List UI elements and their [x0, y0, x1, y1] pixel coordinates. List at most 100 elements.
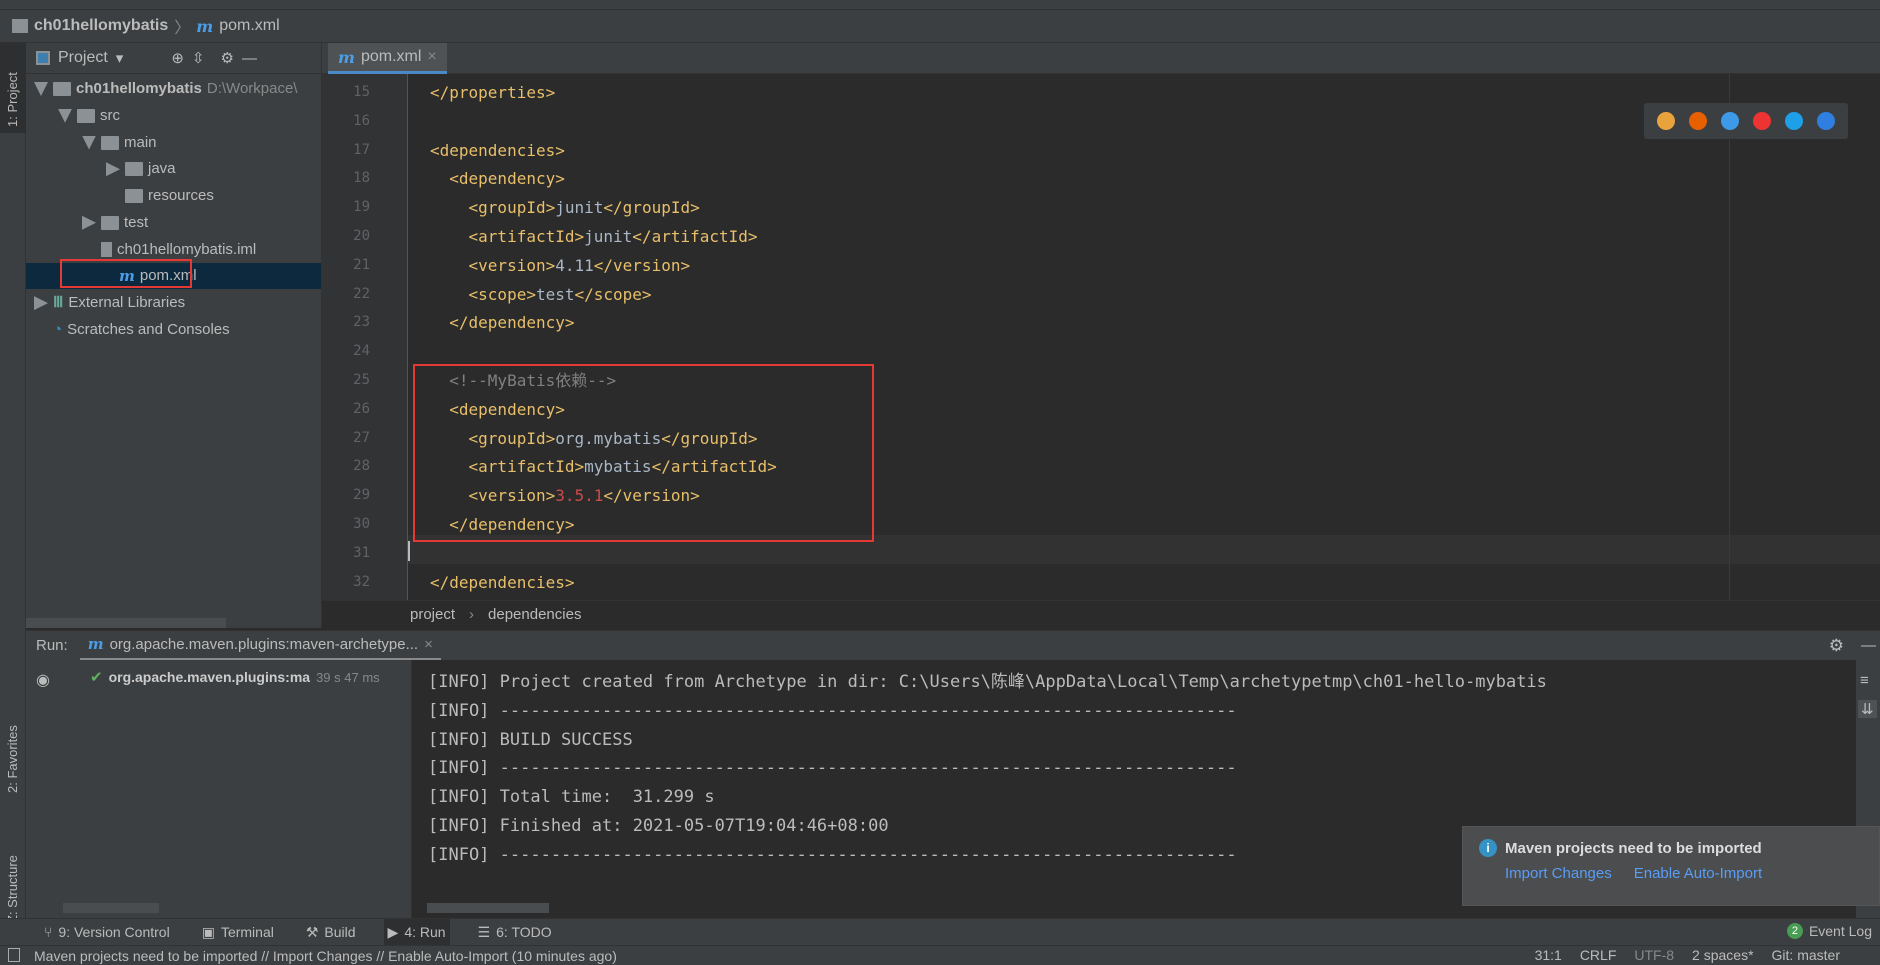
- toggle-tool-windows-icon[interactable]: [8, 948, 20, 962]
- expand-arrow-icon[interactable]: [58, 108, 72, 123]
- version-control-tool-button[interactable]: ⑂ 9: Version Control: [40, 919, 174, 946]
- breadcrumb-dependencies[interactable]: dependencies: [488, 606, 581, 623]
- tree-node[interactable]: src: [58, 103, 120, 129]
- tree-node[interactable]: test: [82, 210, 148, 236]
- run-tab-label: org.apache.maven.plugins:maven-archetype…: [109, 635, 419, 653]
- scratches-icon: ◔: [53, 320, 63, 338]
- vcs-icon: ⑂: [44, 924, 53, 940]
- locate-icon[interactable]: ⊕: [171, 49, 184, 67]
- line-number: 32: [353, 573, 370, 590]
- ie-icon[interactable]: [1785, 112, 1803, 130]
- run-tool-button[interactable]: ▶ 4: Run: [383, 918, 450, 946]
- project-view-selector[interactable]: Project: [58, 49, 108, 67]
- folder-icon: [77, 108, 95, 123]
- collapse-arrow-icon[interactable]: [34, 296, 48, 311]
- eye-icon[interactable]: ◉: [36, 670, 50, 690]
- run-tree-item[interactable]: ✔ org.apache.maven.plugins:ma 39 s 47 ms: [90, 668, 380, 686]
- tab-pom-xml[interactable]: m pom.xml ×: [328, 43, 447, 74]
- expand-arrow-icon[interactable]: [34, 82, 48, 96]
- tree-node[interactable]: main: [82, 130, 157, 156]
- run-tree: ◉ ✔ org.apache.maven.plugins:ma 39 s 47 …: [26, 660, 412, 918]
- tree-node[interactable]: resources: [106, 183, 214, 209]
- indent-setting[interactable]: 2 spaces*: [1692, 947, 1753, 963]
- tree-node-label: ch01hellomybatis: [76, 80, 202, 97]
- navigation-bar: ch01hellomybatis 〉 m pom.xml: [0, 10, 1880, 43]
- firefox-icon[interactable]: [1689, 112, 1707, 130]
- left-tool-stripe: 1: Project 2: Favorites Z: Structure: [0, 43, 26, 923]
- edge-icon[interactable]: [1817, 112, 1835, 130]
- collapse-all-icon[interactable]: ⇳: [192, 49, 205, 67]
- import-changes-link[interactable]: Import Changes: [1505, 865, 1612, 882]
- safari-icon[interactable]: [1721, 112, 1739, 130]
- console-line: [INFO] ---------------------------------…: [428, 758, 1237, 779]
- todo-tool-button[interactable]: ☰ 6: TODO: [474, 919, 556, 946]
- close-icon[interactable]: ×: [424, 636, 433, 653]
- caret-position[interactable]: 31:1: [1535, 947, 1562, 963]
- tree-node[interactable]: Ⅲ External Libraries: [34, 290, 185, 316]
- build-tool-button[interactable]: ⚒ Build: [302, 919, 360, 946]
- horizontal-scrollbar[interactable]: [26, 618, 226, 628]
- tool-label: 6: TODO: [496, 924, 552, 940]
- list-icon: ☰: [477, 923, 491, 940]
- line-number: 30: [353, 516, 370, 532]
- line-number: 31: [353, 544, 370, 561]
- opera-icon[interactable]: [1753, 112, 1771, 130]
- line-number: 16: [353, 112, 370, 129]
- chevron-right-icon: 〉: [174, 20, 191, 37]
- expand-arrow-icon[interactable]: [82, 135, 96, 150]
- terminal-tool-button[interactable]: ▣ Terminal: [198, 919, 278, 946]
- git-branch[interactable]: Git: master: [1772, 947, 1840, 963]
- file-encoding[interactable]: UTF-8: [1634, 947, 1674, 963]
- structure-tool-button[interactable]: Z: Structure: [5, 855, 20, 923]
- code-line: <version>4.11</version>: [430, 255, 691, 275]
- gear-icon[interactable]: ⚙: [1829, 636, 1844, 656]
- collapse-arrow-icon[interactable]: [82, 215, 96, 230]
- nav-project[interactable]: ch01hellomybatis: [34, 17, 168, 35]
- console-line: [INFO] Finished at: 2021-05-07T19:04:46+…: [428, 816, 889, 836]
- run-tab[interactable]: m org.apache.maven.plugins:maven-archety…: [79, 631, 441, 661]
- tree-node-label: resources: [148, 187, 214, 205]
- code-line: <dependencies>: [430, 140, 565, 160]
- tree-node-label: java: [148, 160, 176, 178]
- run-panel-header: Run: m org.apache.maven.plugins:maven-ar…: [26, 630, 1880, 661]
- favorites-tool-button[interactable]: 2: Favorites: [5, 725, 20, 793]
- tool-label: 4: Run: [404, 924, 446, 940]
- collapse-arrow-icon[interactable]: [106, 162, 120, 177]
- highlight-box-mybatis-dependency: [413, 364, 874, 542]
- event-log-button[interactable]: 2 Event Log: [1786, 923, 1872, 939]
- tree-node-label: src: [100, 106, 120, 124]
- hide-icon[interactable]: —: [242, 50, 257, 67]
- soft-wrap-icon[interactable]: ≡: [1860, 672, 1869, 689]
- folder-icon: [125, 189, 143, 204]
- horizontal-scrollbar[interactable]: [427, 903, 549, 913]
- close-icon[interactable]: ×: [427, 48, 436, 66]
- project-tool-button[interactable]: 1: Project: [5, 72, 20, 127]
- enable-auto-import-link[interactable]: Enable Auto-Import: [1634, 865, 1762, 882]
- event-log-label: Event Log: [1808, 923, 1872, 939]
- code-line: <groupId>junit</groupId>: [430, 198, 700, 218]
- maven-icon: m: [196, 16, 214, 36]
- tree-node[interactable]: ◔ Scratches and Consoles: [34, 317, 230, 343]
- line-number: 20: [353, 228, 370, 244]
- console-line: [INFO] ---------------------------------…: [428, 844, 1237, 865]
- folder-icon: [101, 215, 119, 230]
- line-separator[interactable]: CRLF: [1580, 947, 1617, 963]
- folder-icon: [53, 82, 71, 96]
- status-message[interactable]: Maven projects need to be imported // Im…: [34, 948, 617, 964]
- line-number: 18: [353, 170, 370, 187]
- tree-node[interactable]: java: [106, 156, 176, 182]
- console-line: [INFO] Total time: 31.299 s: [428, 787, 715, 808]
- code-line: </dependencies>: [430, 572, 575, 592]
- gear-icon[interactable]: ⚙: [220, 49, 233, 67]
- chrome-icon[interactable]: [1657, 112, 1675, 130]
- line-number: 24: [353, 343, 370, 360]
- tree-node[interactable]: ch01hellomybatis D:\Workpace\: [34, 76, 297, 102]
- hide-icon[interactable]: —: [1861, 637, 1876, 654]
- scroll-to-end-icon[interactable]: ⇊: [1858, 700, 1877, 718]
- code-line: </dependency>: [430, 313, 575, 333]
- chevron-down-icon[interactable]: ▾: [116, 49, 124, 67]
- breadcrumb-project[interactable]: project: [410, 606, 455, 623]
- horizontal-scrollbar[interactable]: [63, 903, 159, 913]
- hammer-icon: ⚒: [305, 923, 319, 940]
- nav-file[interactable]: pom.xml: [219, 17, 279, 35]
